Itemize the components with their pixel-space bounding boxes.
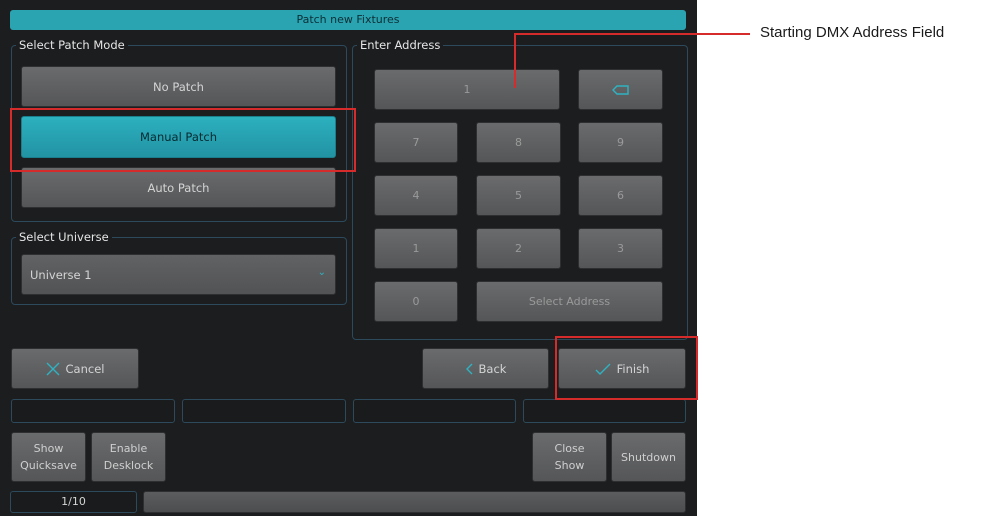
close-icon [46,362,60,376]
select-address-button[interactable]: Select Address [476,281,663,322]
playback-slot-3[interactable] [353,399,516,423]
close-show-button[interactable]: Close Show [532,432,607,482]
backspace-icon [611,84,629,95]
key-5[interactable]: 5 [476,175,561,216]
enable-desklock-line-1: Enable [109,442,148,455]
enable-desklock-button[interactable]: Enable Desklock [91,432,166,482]
patch-dialog: Patch new Fixtures Select Patch Mode No … [0,0,697,516]
show-quicksave-button[interactable]: Show Quicksave [11,432,86,482]
key-8[interactable]: 8 [476,122,561,163]
shutdown-button[interactable]: Shutdown [611,432,686,482]
cancel-button[interactable]: Cancel [11,348,139,389]
dialog-title: Patch new Fixtures [10,10,686,30]
key-2[interactable]: 2 [476,228,561,269]
patch-mode-label: Select Patch Mode [16,37,128,53]
show-quicksave-line-1: Show [33,442,64,455]
manual-patch-highlight [10,108,356,172]
finish-highlight [555,336,698,400]
universe-value: Universe 1 [30,267,92,282]
enable-desklock-line-2: Desklock [103,459,154,472]
address-input[interactable]: 1 [374,69,560,110]
address-label: Enter Address [357,37,444,53]
universe-select[interactable]: Universe 1 ⌄ [21,254,336,295]
backspace-button[interactable] [578,69,663,110]
key-3[interactable]: 3 [578,228,663,269]
page-indicator: 1/10 [10,491,137,513]
universe-label: Select Universe [16,229,112,245]
back-label: Back [478,361,507,376]
back-button[interactable]: Back [422,348,549,389]
key-9[interactable]: 9 [578,122,663,163]
status-bar [143,491,686,513]
key-1[interactable]: 1 [374,228,458,269]
key-7[interactable]: 7 [374,122,458,163]
callout-leader-horizontal [514,33,750,35]
cancel-label: Cancel [65,361,105,376]
show-quicksave-line-2: Quicksave [20,459,77,472]
playback-slot-2[interactable] [182,399,346,423]
close-show-line-2: Show [554,459,585,472]
key-0[interactable]: 0 [374,281,458,322]
callout-leader-vertical [514,33,516,88]
auto-patch-button[interactable]: Auto Patch [21,167,336,208]
playback-slot-1[interactable] [11,399,175,423]
no-patch-button[interactable]: No Patch [21,66,336,107]
callout-label: Starting DMX Address Field [760,24,945,41]
chevron-left-icon [465,363,473,375]
playback-slot-4[interactable] [523,399,686,423]
key-6[interactable]: 6 [578,175,663,216]
chevron-down-icon: ⌄ [317,267,326,278]
close-show-line-1: Close [554,442,585,455]
key-4[interactable]: 4 [374,175,458,216]
